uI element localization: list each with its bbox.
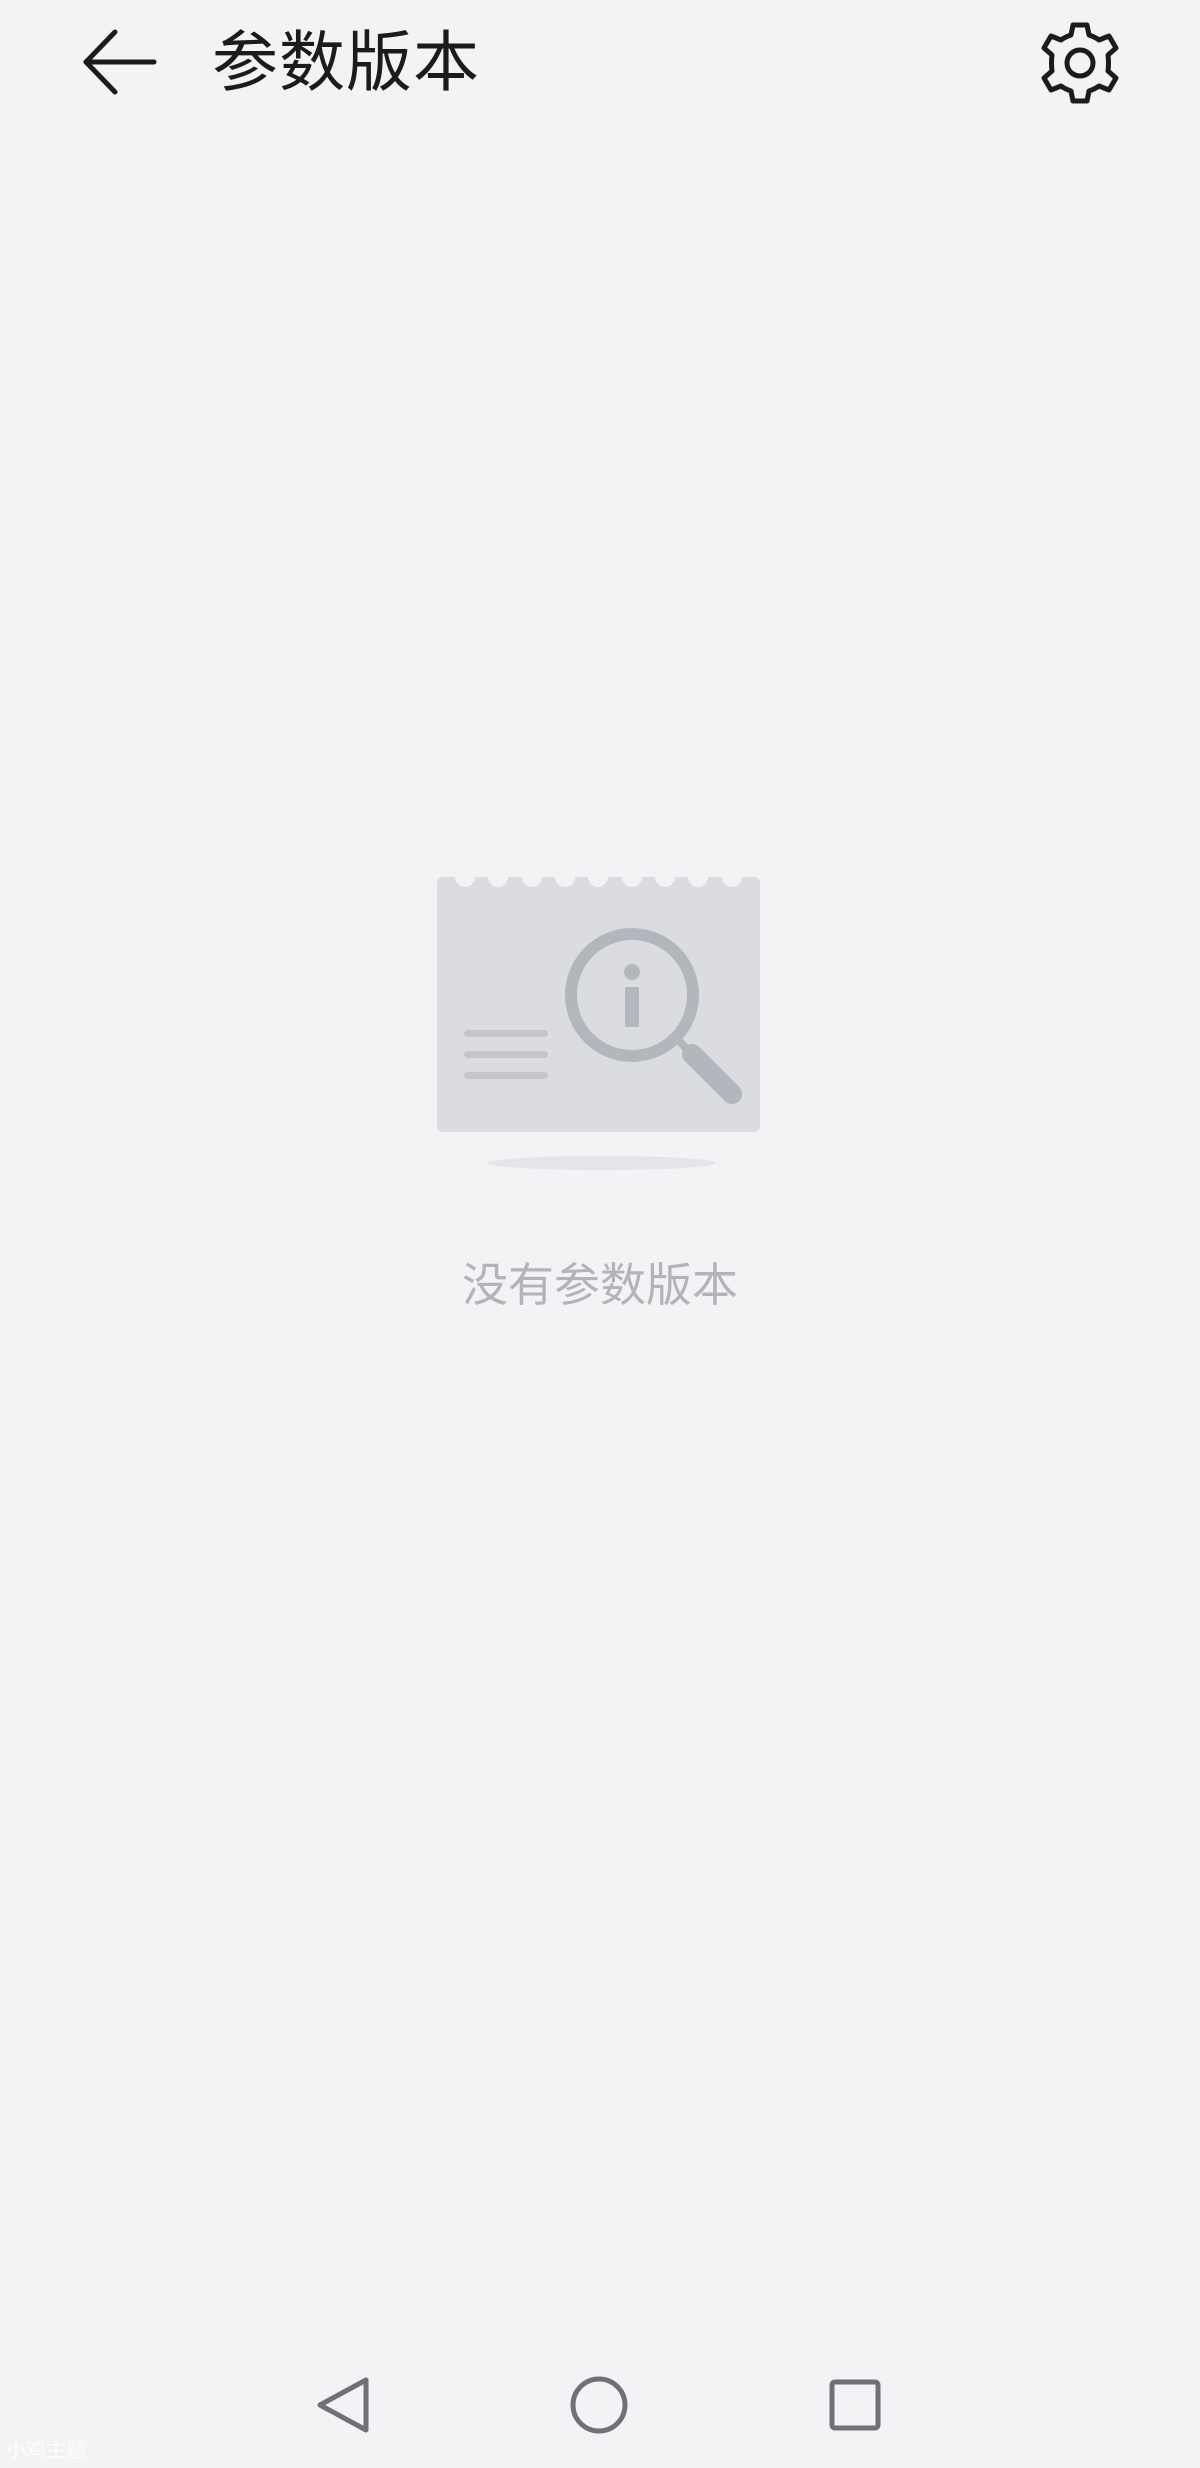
arrow-left-icon	[83, 29, 157, 95]
empty-state-message: 没有参数版本	[462, 1258, 738, 1312]
nav-recents-button[interactable]	[800, 2350, 910, 2460]
nav-home-button[interactable]	[544, 2350, 654, 2460]
gear-icon	[1041, 22, 1119, 104]
system-nav-bar	[0, 2350, 1200, 2460]
triangle-back-icon	[317, 2377, 369, 2433]
screen: 参数版本 没有参数版本 小鸡主题	[0, 0, 1200, 2468]
page-title: 参数版本	[212, 24, 480, 101]
nav-back-button[interactable]	[290, 2350, 400, 2460]
circle-home-icon	[570, 2376, 628, 2434]
empty-state-illustration	[420, 860, 780, 1180]
watermark: 小鸡主题	[6, 2438, 86, 2462]
square-recents-icon	[829, 2379, 881, 2431]
back-button[interactable]	[70, 12, 170, 112]
app-header: 参数版本	[0, 0, 1200, 125]
info-magnifier-icon	[437, 867, 760, 1170]
settings-button[interactable]	[1032, 15, 1128, 111]
